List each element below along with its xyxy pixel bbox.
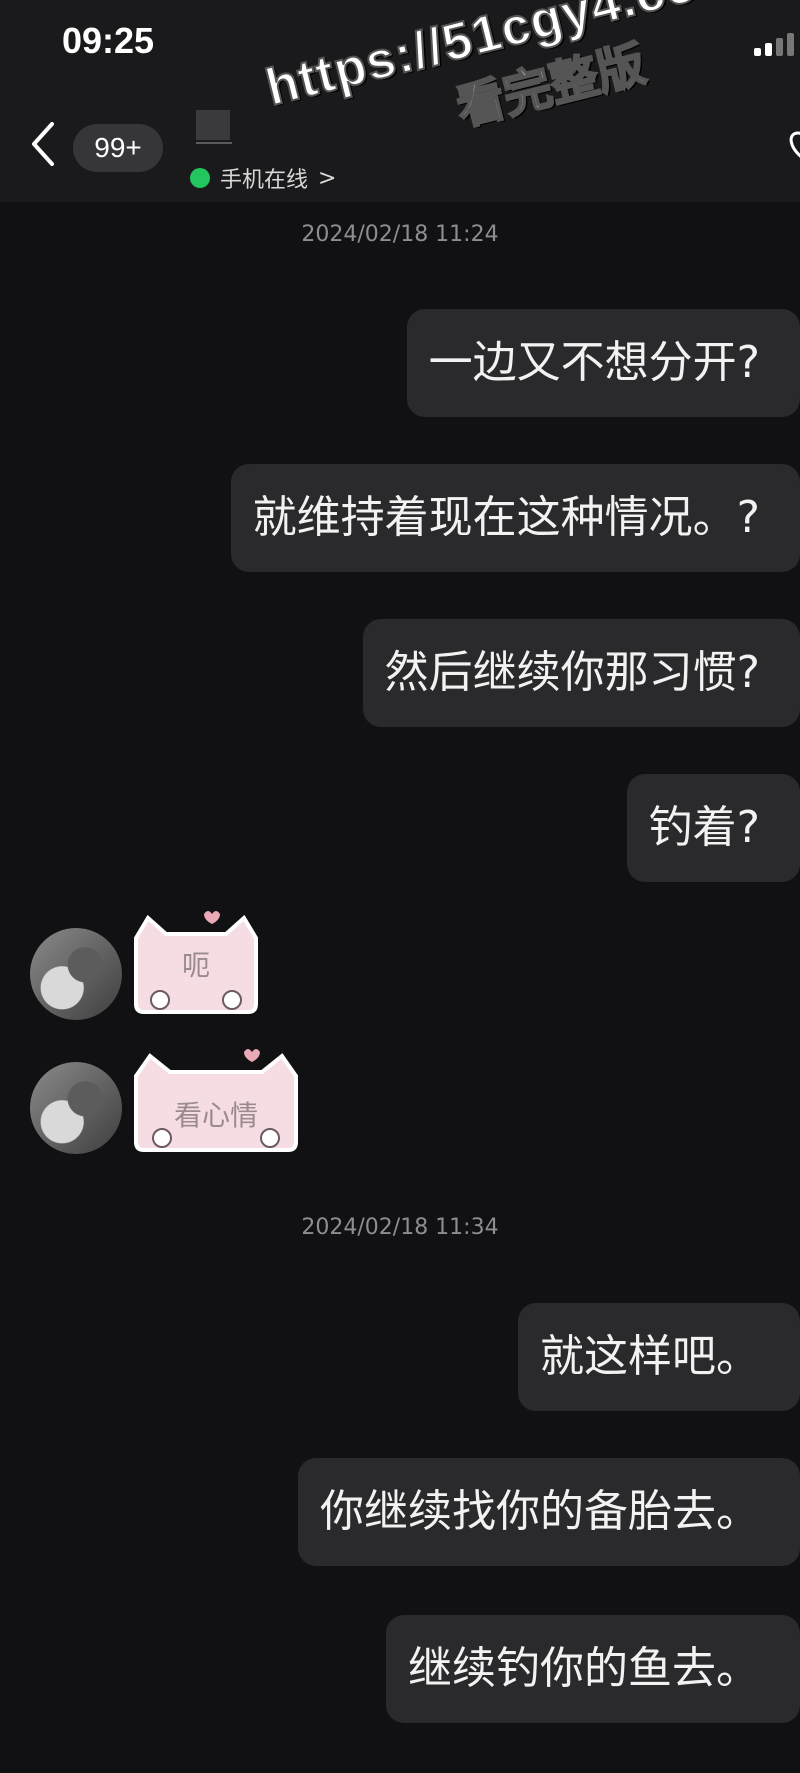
online-status[interactable]: 手机在线 > [190, 162, 336, 194]
online-dot-icon [190, 168, 210, 188]
message-bubble-sent[interactable]: 钓着? [626, 774, 800, 882]
unread-badge[interactable]: 99+ [73, 124, 163, 172]
sticker-cat[interactable]: 呃 [126, 908, 266, 1020]
contact-name-underline [196, 142, 232, 144]
heart-icon[interactable] [784, 125, 800, 165]
message-timestamp: 2024/02/18 11:24 [301, 222, 499, 247]
avatar[interactable] [30, 1062, 122, 1154]
sticker-text: 呃 [181, 949, 210, 982]
message-bubble-sent[interactable]: 一边又不想分开? [406, 309, 800, 417]
chevron-right-icon: > [318, 165, 337, 191]
message-bubble-sent[interactable]: 就维持着现在这种情况。? [230, 464, 800, 572]
contact-name-redacted[interactable] [196, 110, 230, 140]
sticker-cat[interactable]: 看心情 [126, 1046, 306, 1158]
online-status-label: 手机在线 [220, 168, 309, 193]
message-bubble-sent[interactable]: 然后继续你那习惯? [362, 619, 800, 727]
back-arrow-icon[interactable] [28, 120, 58, 168]
status-time: 09:25 [62, 20, 155, 61]
message-bubble-sent[interactable]: 继续钓你的鱼去。 [386, 1615, 800, 1723]
sticker-text: 看心情 [173, 1099, 258, 1132]
signal-icon [754, 33, 794, 56]
message-bubble-sent[interactable]: 就这样吧。 [518, 1303, 800, 1411]
message-bubble-sent[interactable]: 你继续找你的备胎去。 [298, 1458, 800, 1566]
avatar[interactable] [30, 928, 122, 1020]
chat-header: 99+ 手机在线 > [0, 90, 800, 202]
status-bar: 09:25 [0, 0, 800, 90]
message-timestamp: 2024/02/18 11:34 [301, 1215, 499, 1240]
